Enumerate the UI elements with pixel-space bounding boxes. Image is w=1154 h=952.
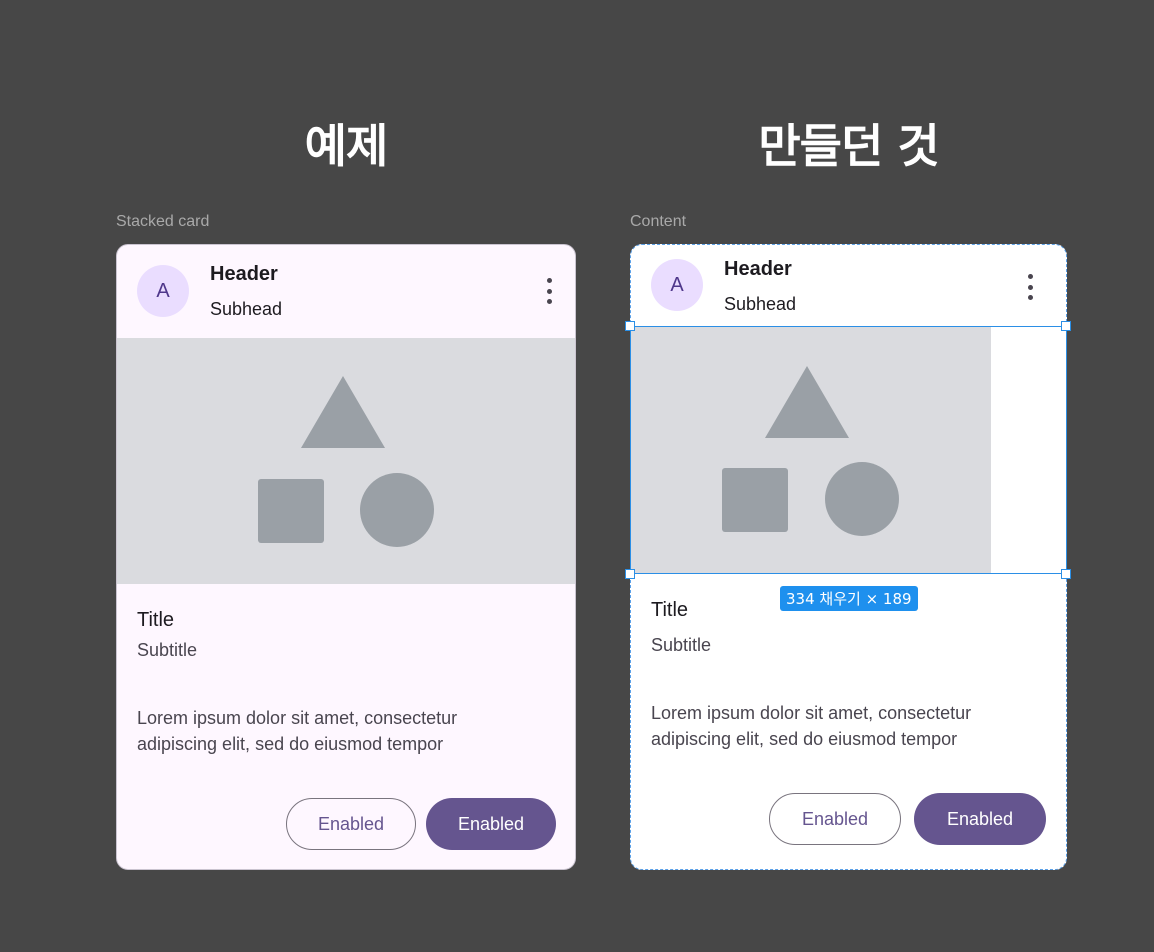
filled-button[interactable]: Enabled: [914, 793, 1046, 845]
body-line-2: adipiscing elit, sed do eiusmod tempor: [137, 734, 444, 754]
more-vert-icon[interactable]: [1026, 274, 1034, 300]
more-vert-icon[interactable]: [545, 278, 553, 304]
selection-box[interactable]: [630, 326, 1067, 574]
body-line-2: adipiscing elit, sed do eiusmod tempor: [651, 729, 958, 749]
resize-handle-top-left[interactable]: [625, 321, 635, 331]
stacked-card-example[interactable]: A Header Subhead Title Subtitle Lorem ip…: [116, 244, 576, 870]
frame-label-stacked-card[interactable]: Stacked card: [116, 213, 209, 231]
card-header: Header: [210, 263, 278, 285]
resize-handle-bottom-left[interactable]: [625, 569, 635, 579]
body-line-1: Lorem ipsum dolor sit amet, consectetur: [137, 708, 458, 728]
resize-handle-bottom-right[interactable]: [1061, 569, 1071, 579]
body-line-1: Lorem ipsum dolor sit amet, consectetur: [651, 703, 972, 723]
heading-example: 예제: [304, 119, 389, 173]
card-header: Header: [724, 258, 792, 280]
card-title: Title: [137, 609, 175, 631]
outlined-button[interactable]: Enabled: [769, 793, 901, 845]
card-subhead: Subhead: [210, 299, 283, 319]
card-subtitle: Subtitle: [651, 635, 712, 655]
frame-label-content[interactable]: Content: [630, 213, 686, 231]
dimension-badge: 334 채우기 × 189: [780, 586, 918, 611]
card-subtitle: Subtitle: [137, 640, 198, 660]
resize-handle-top-right[interactable]: [1061, 321, 1071, 331]
card-body-text: Lorem ipsum dolor sit amet, consectetur …: [137, 705, 457, 757]
outlined-button[interactable]: Enabled: [286, 798, 416, 850]
filled-button[interactable]: Enabled: [426, 798, 556, 850]
heading-in-progress: 만들던 것: [758, 119, 939, 173]
card-title: Title: [651, 599, 689, 621]
triangle-shape: [301, 376, 385, 448]
avatar: A: [651, 259, 703, 311]
card-body-text: Lorem ipsum dolor sit amet, consectetur …: [651, 700, 971, 752]
card-subhead: Subhead: [724, 294, 797, 314]
circle-shape: [360, 473, 434, 547]
content-card-in-progress[interactable]: A Header Subhead 334 채우기 × 189 Title Sub…: [625, 244, 1071, 870]
square-shape: [258, 479, 324, 543]
media-placeholder: [117, 338, 575, 584]
avatar: A: [137, 265, 189, 317]
